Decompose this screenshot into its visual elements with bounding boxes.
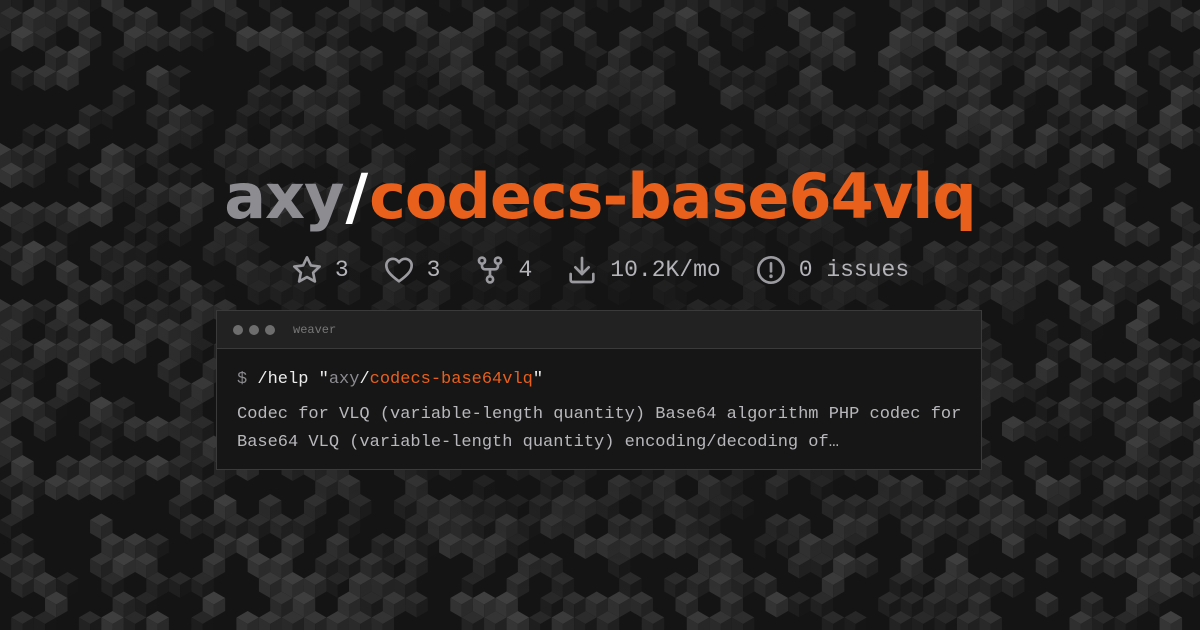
stat-stars: 3 — [291, 254, 349, 286]
terminal-body: $ /help "axy/codecs-base64vlq" Codec for… — [217, 349, 981, 457]
package-owner: axy — [224, 160, 344, 233]
command-arg-owner: axy — [328, 370, 360, 389]
terminal-title: weaver — [293, 322, 337, 337]
quote-open: " — [318, 370, 329, 389]
fork-icon — [474, 254, 506, 286]
heart-icon — [383, 254, 415, 286]
downloads-count: 10.2K/mo — [610, 257, 721, 283]
package-description: Codec for VLQ (variable-length quantity)… — [237, 405, 962, 452]
title-separator: / — [345, 160, 368, 233]
stat-forks: 4 — [474, 254, 532, 286]
package-name: codecs-base64vlq — [369, 160, 977, 233]
alert-circle-icon — [755, 254, 787, 286]
download-icon — [566, 254, 598, 286]
command-line: $ /help "axy/codecs-base64vlq" — [237, 366, 961, 394]
stat-issues: 0 issues — [755, 254, 909, 286]
window-dot-icon — [249, 324, 259, 335]
stat-downloads: 10.2K/mo — [566, 254, 721, 286]
command-arg-slash: / — [359, 370, 370, 389]
forks-count: 4 — [518, 257, 533, 283]
stats-bar: 3 3 4 10.2K/mo 0 issues — [0, 250, 1200, 290]
prompt-symbol: $ — [237, 370, 248, 389]
window-dot-icon — [233, 324, 243, 335]
stars-count: 3 — [334, 257, 349, 283]
star-icon — [291, 254, 323, 286]
package-title: axy/codecs-base64vlq — [0, 160, 1200, 234]
quote-close: " — [532, 370, 544, 389]
issues-count: 0 issues — [798, 257, 910, 283]
command-name: /help — [257, 370, 309, 389]
terminal-title-bar: weaver — [217, 311, 981, 349]
terminal-window: weaver $ /help "axy/codecs-base64vlq" Co… — [216, 310, 982, 470]
window-dot-icon — [265, 324, 275, 335]
command-arg-package: codecs-base64vlq — [369, 370, 533, 389]
favorites-count: 3 — [426, 257, 441, 283]
stat-favorites: 3 — [383, 254, 441, 286]
